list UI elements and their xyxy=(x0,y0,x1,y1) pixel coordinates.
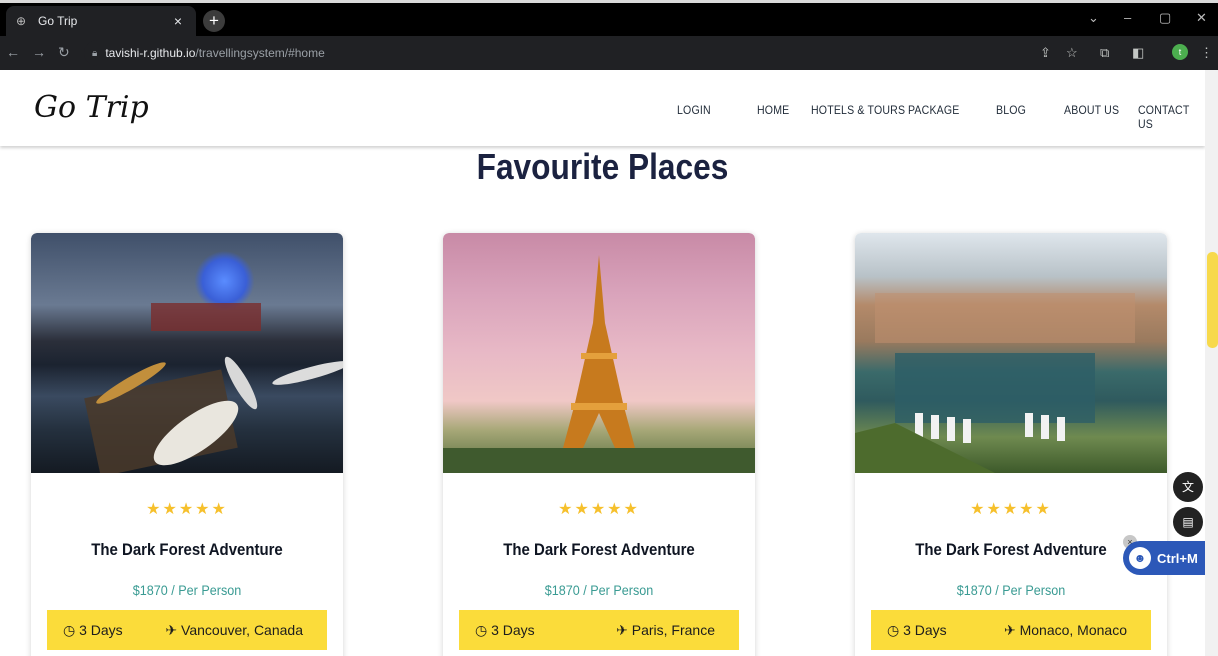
nav-about-us[interactable]: ABOUT US xyxy=(1064,103,1119,117)
vancouver-scene xyxy=(84,303,343,477)
tab-title: Go Trip xyxy=(38,14,78,28)
url-host: tavishi-r.github.io xyxy=(105,46,196,60)
nav-contact-us[interactable]: CONTACT US xyxy=(1138,103,1197,131)
nav-home[interactable]: HOME xyxy=(757,103,789,117)
browser-tab[interactable]: ⊕ Go Trip × xyxy=(6,6,196,36)
location: ✈ Monaco, Monaco xyxy=(1003,622,1127,638)
card-price: $1870 / Per Person xyxy=(544,582,654,598)
address-bar[interactable]: 🔒︎ tavishi-r.github.io /travellingsystem… xyxy=(84,40,1144,66)
site-header: Go Trip LOGIN HOME HOTELS & TOURS PACKAG… xyxy=(0,70,1205,146)
share-icon[interactable]: ⇪ xyxy=(1040,45,1051,61)
scrollbar-thumb[interactable] xyxy=(1207,252,1218,348)
paris-photo xyxy=(443,233,755,473)
clock-icon: ◷ xyxy=(63,622,76,638)
extension-ctrl-m-button[interactable]: ☻ Ctrl+M xyxy=(1123,541,1205,575)
minimize-icon[interactable]: – xyxy=(1124,10,1131,25)
duration: ◷ 3 Days xyxy=(475,622,535,638)
card-title[interactable]: The Dark Forest Adventure xyxy=(50,540,325,560)
rating-stars: ★★★★★ xyxy=(970,501,1052,518)
nav-package[interactable]: PACKAGE xyxy=(908,103,960,117)
side-panel-icon[interactable]: ◧ xyxy=(1132,45,1144,61)
extension-label: Ctrl+M xyxy=(1157,550,1198,566)
site-logo[interactable]: Go Trip xyxy=(34,90,149,125)
duration: ◷ 3 Days xyxy=(887,622,947,638)
place-card-paris[interactable]: ★★★★★ The Dark Forest Adventure $1870 / … xyxy=(443,233,755,656)
nav-login[interactable]: LOGIN xyxy=(677,103,711,117)
translate-icon[interactable]: 文 xyxy=(1173,472,1203,502)
back-arrow-icon[interactable]: ← xyxy=(6,44,20,60)
vancouver-photo xyxy=(31,233,343,477)
airplane-icon: ✈ xyxy=(1003,622,1016,638)
card-price: $1870 / Per Person xyxy=(956,582,1066,598)
bot-icon: ☻ xyxy=(1129,547,1151,569)
rating-stars: ★★★★★ xyxy=(146,501,228,518)
card-title[interactable]: The Dark Forest Adventure xyxy=(462,540,737,560)
card-info-bar: ◷ 3 Days ✈ Vancouver, Canada xyxy=(47,610,327,650)
extensions-icon[interactable]: ⧉ xyxy=(1100,45,1109,61)
chevron-down-icon[interactable]: ⌄ xyxy=(1088,10,1099,26)
page-scrollbar[interactable] xyxy=(1205,70,1218,656)
eiffel-tower xyxy=(443,255,755,473)
airplane-icon: ✈ xyxy=(165,622,178,638)
clock-icon: ◷ xyxy=(887,622,900,638)
menu-dots-icon[interactable]: ⋮ xyxy=(1200,45,1213,61)
globe-icon: ⊕ xyxy=(16,14,27,28)
profile-avatar[interactable]: t xyxy=(1172,44,1188,60)
reload-icon[interactable]: ↻ xyxy=(58,44,70,61)
nav-hotels-tours[interactable]: HOTELS & TOURS xyxy=(811,103,905,117)
bookmark-star-icon[interactable]: ☆ xyxy=(1066,45,1078,61)
airplane-icon: ✈ xyxy=(616,622,628,638)
lock-icon: 🔒︎ xyxy=(92,47,98,59)
card-info-bar: ◷ 3 Days ✈ Monaco, Monaco xyxy=(871,610,1151,650)
monaco-photo xyxy=(855,233,1167,473)
tab-strip-top-line xyxy=(0,0,1218,3)
rating-stars: ★★★★★ xyxy=(558,501,640,518)
card-price: $1870 / Per Person xyxy=(132,582,242,598)
close-tab-icon[interactable]: × xyxy=(170,13,186,29)
new-tab-button[interactable]: + xyxy=(203,10,225,32)
reader-icon[interactable]: ▤ xyxy=(1173,507,1203,537)
location: ✈ Paris, France xyxy=(616,622,715,638)
nav-blog[interactable]: BLOG xyxy=(996,103,1026,117)
place-card-vancouver[interactable]: ★★★★★ The Dark Forest Adventure $1870 / … xyxy=(31,233,343,656)
page-viewport: Go Trip LOGIN HOME HOTELS & TOURS PACKAG… xyxy=(0,70,1218,656)
browser-toolbar: ← → ↻ 🔒︎ tavishi-r.github.io /travelling… xyxy=(0,36,1218,70)
url-path: /travellingsystem/#home xyxy=(195,46,325,60)
clock-icon: ◷ xyxy=(475,622,488,638)
location: ✈ Vancouver, Canada xyxy=(165,622,303,638)
card-title[interactable]: The Dark Forest Adventure xyxy=(874,540,1149,560)
restore-icon[interactable]: ▢ xyxy=(1159,10,1171,26)
card-info-bar: ◷ 3 Days ✈ Paris, France xyxy=(459,610,739,650)
browser-tab-strip: ⊕ Go Trip × + ⌄ – ▢ ✕ xyxy=(0,0,1218,36)
close-window-icon[interactable]: ✕ xyxy=(1196,10,1207,26)
place-card-monaco[interactable]: ★★★★★ The Dark Forest Adventure $1870 / … xyxy=(855,233,1167,656)
section-title: Favourite Places xyxy=(476,146,729,187)
monaco-harbour xyxy=(855,293,1135,473)
forward-arrow-icon[interactable]: → xyxy=(32,44,46,60)
duration: ◷ 3 Days xyxy=(63,622,123,638)
